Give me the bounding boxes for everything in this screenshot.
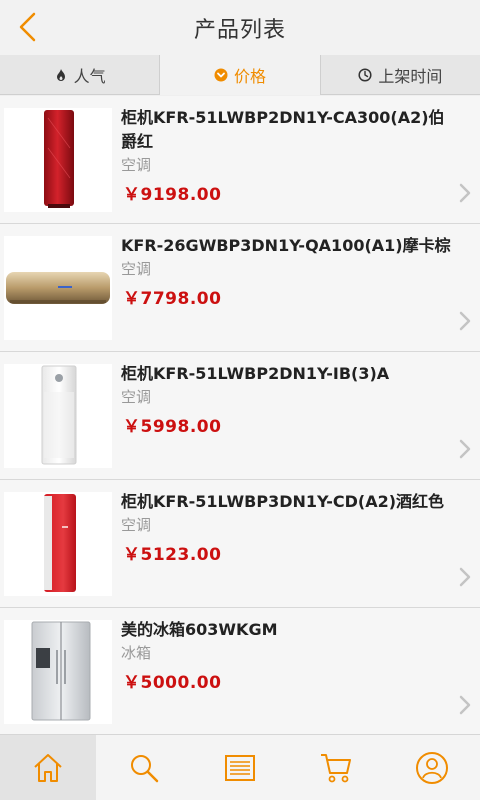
product-name: KFR-26GWBP3DN1Y-QA100(A1)摩卡棕 — [121, 236, 451, 255]
product-name: 柜机KFR-51LWBP3DN1Y-CD(A2)酒红色 — [121, 492, 445, 511]
chevron-right-icon — [459, 183, 471, 203]
product-category: 空调 — [121, 516, 152, 534]
product-item[interactable]: KFR-26GWBP3DN1Y-QA100(A1)摩卡棕 空调 ￥7798.00 — [0, 224, 480, 352]
tab-search[interactable] — [96, 735, 192, 800]
flame-icon — [56, 69, 65, 81]
chevron-down-circle-icon — [214, 68, 228, 82]
product-list: 柜机KFR-51LWBP2DN1Y-CA300(A2)伯爵红 空调 ￥9198.… — [0, 96, 480, 736]
product-item[interactable]: 柜机KFR-51LWBP2DN1Y-IB(3)A 空调 ￥5998.00 — [0, 352, 480, 480]
chevron-right-icon — [459, 311, 471, 331]
product-image — [4, 492, 112, 596]
tab-list[interactable] — [192, 735, 288, 800]
product-item[interactable]: 美的冰箱603WKGM 冰箱 ￥5000.00 — [0, 608, 480, 736]
sort-bar: 人气 价格 上架时间 — [0, 55, 480, 95]
product-image — [4, 620, 112, 724]
sort-tab-price[interactable]: 价格 — [160, 55, 321, 95]
cart-icon — [321, 753, 351, 782]
tab-cart[interactable] — [288, 735, 384, 800]
product-item[interactable]: 柜机KFR-51LWBP2DN1Y-CA300(A2)伯爵红 空调 ￥9198.… — [0, 96, 480, 224]
user-icon — [416, 751, 448, 784]
product-name: 柜机KFR-51LWBP2DN1Y-CA300(A2)伯爵红 — [121, 108, 445, 151]
chevron-right-icon — [459, 567, 471, 587]
product-category: 空调 — [121, 260, 152, 278]
product-name: 柜机KFR-51LWBP2DN1Y-IB(3)A — [121, 364, 390, 383]
chevron-right-icon — [459, 439, 471, 459]
sort-tab-label: 人气 — [73, 67, 106, 86]
sort-tab-listing-time[interactable]: 上架时间 — [321, 55, 480, 95]
product-image — [4, 236, 112, 340]
sort-tab-popularity[interactable]: 人气 — [0, 55, 161, 95]
product-price: ￥9198.00 — [123, 185, 222, 205]
bottom-tab-bar — [0, 734, 480, 800]
chevron-right-icon — [459, 695, 471, 715]
product-category: 空调 — [121, 388, 152, 406]
product-price: ￥5123.00 — [123, 545, 222, 565]
product-image — [4, 108, 112, 212]
sort-tab-label: 价格 — [233, 67, 266, 86]
product-image — [4, 364, 112, 468]
product-category: 空调 — [121, 156, 152, 174]
product-name: 美的冰箱603WKGM — [121, 620, 278, 639]
sort-tab-label: 上架时间 — [378, 67, 443, 86]
search-icon — [131, 754, 159, 782]
home-icon — [34, 753, 62, 782]
tab-profile[interactable] — [384, 735, 480, 800]
product-price: ￥7798.00 — [123, 289, 222, 309]
product-price: ￥5000.00 — [123, 673, 222, 693]
clock-icon — [358, 68, 372, 82]
product-item[interactable]: 柜机KFR-51LWBP3DN1Y-CD(A2)酒红色 空调 ￥5123.00 — [0, 480, 480, 608]
list-icon — [225, 754, 255, 781]
tab-home[interactable] — [0, 735, 96, 800]
product-category: 冰箱 — [121, 644, 152, 662]
product-price: ￥5998.00 — [123, 417, 222, 437]
page-title: 产品列表 — [193, 18, 286, 43]
header-bar: 产品列表 — [0, 0, 480, 55]
